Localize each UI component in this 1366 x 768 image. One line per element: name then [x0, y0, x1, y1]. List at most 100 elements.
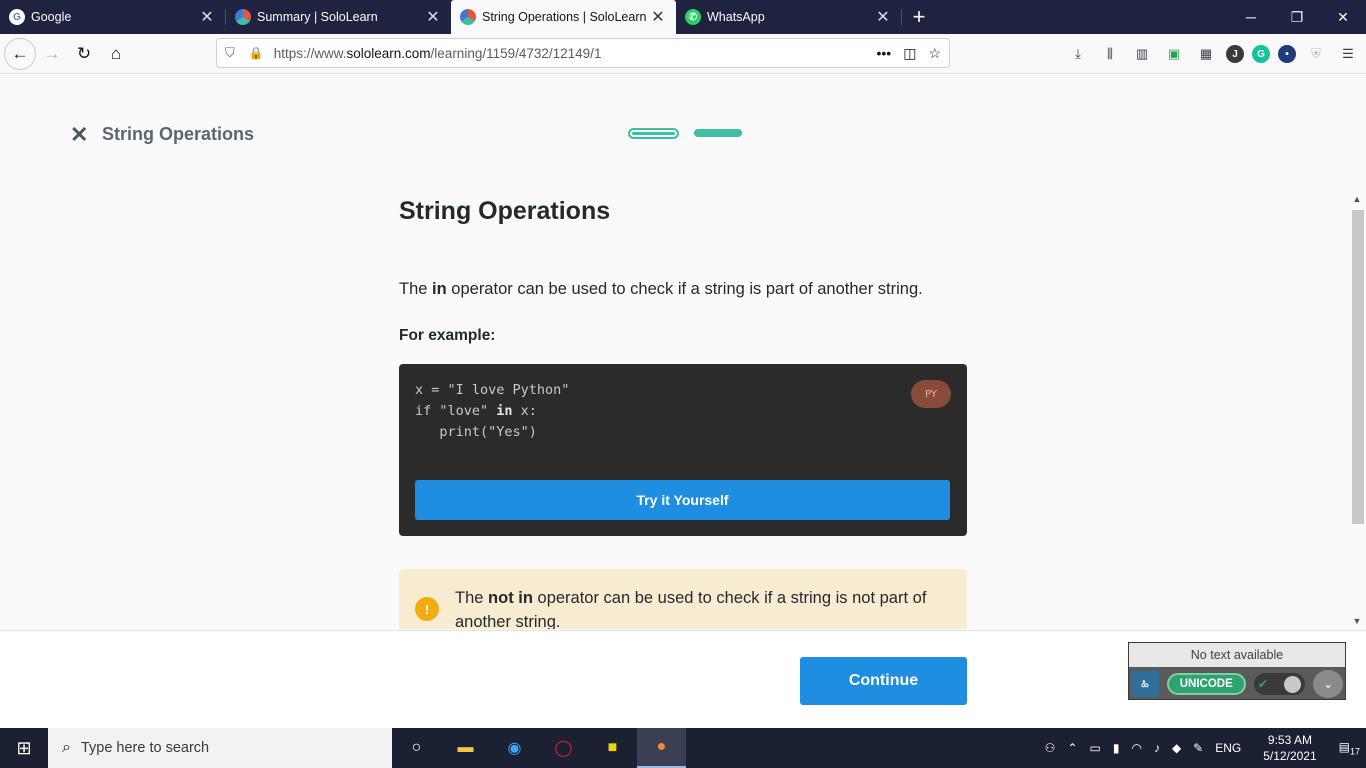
- page-scrollbar[interactable]: ▲ ▼: [1350, 194, 1364, 630]
- lesson-header-title: String Operations: [102, 124, 255, 144]
- toggle-knob: [1284, 675, 1302, 693]
- file-explorer-icon[interactable]: ▬: [441, 728, 490, 768]
- language-badge: PY: [911, 380, 951, 408]
- home-icon[interactable]: ⌂: [100, 38, 132, 70]
- note-keyword: not in: [488, 589, 533, 607]
- firefox-icon[interactable]: ●: [637, 728, 686, 768]
- para-text: operator can be used to check if a strin…: [446, 280, 923, 298]
- tab-title: String Operations | SoloLearn: [482, 10, 647, 24]
- back-arrow-icon[interactable]: ←: [4, 37, 36, 70]
- lock-icon[interactable]: 🔒: [249, 46, 264, 60]
- code-line: if "love": [415, 403, 497, 419]
- progress-segment-current[interactable]: [628, 128, 679, 139]
- tab-close-icon[interactable]: ✕: [425, 7, 441, 27]
- url-actions: ••• ◫ ☆: [876, 45, 941, 62]
- para-text: The: [399, 280, 433, 298]
- lesson-title: String Operations: [399, 197, 611, 225]
- restore-icon[interactable]: ❐: [1274, 0, 1320, 34]
- tab-close-icon[interactable]: ✕: [650, 7, 666, 27]
- tab-title: WhatsApp: [707, 10, 765, 24]
- clock-time: 9:53 AM: [1267, 733, 1312, 747]
- language-indicator[interactable]: ENG: [1209, 741, 1247, 755]
- scroll-up-icon[interactable]: ▲: [1350, 194, 1364, 208]
- meet-icon[interactable]: ▭: [1084, 741, 1107, 755]
- new-tab-plus-icon[interactable]: +: [902, 0, 936, 34]
- scrollbar-thumb[interactable]: [1352, 210, 1364, 524]
- widget-logo[interactable]: ಹಿ: [1131, 671, 1159, 697]
- tab-summary-sololearn[interactable]: Summary | SoloLearn ✕: [226, 0, 451, 34]
- continue-button[interactable]: Continue: [800, 657, 967, 705]
- notification-count: 17: [1349, 746, 1360, 757]
- pocket-icon[interactable]: ◫: [903, 45, 916, 62]
- tab-string-operations[interactable]: String Operations | SoloLearn ✕: [451, 0, 676, 34]
- edge-icon[interactable]: ◉: [490, 728, 539, 768]
- code-keyword: in: [496, 403, 513, 419]
- info-note: ! The not in operator can be used to che…: [399, 569, 967, 629]
- check-icon: ✔: [1257, 677, 1268, 691]
- scroll-down-icon[interactable]: ▼: [1350, 616, 1364, 630]
- tab-close-icon[interactable]: ✕: [875, 7, 891, 27]
- sidebar-icon[interactable]: ▥: [1130, 42, 1154, 66]
- browser-tab-bar: G Google ✕ Summary | SoloLearn ✕ String …: [0, 0, 1366, 34]
- cortana-icon[interactable]: ○: [392, 728, 441, 768]
- progress-segment[interactable]: [694, 129, 742, 137]
- minimize-icon[interactable]: ─: [1228, 0, 1274, 34]
- widget-status: No text available: [1129, 643, 1345, 667]
- extension-shield-icon[interactable]: ⛨: [1304, 42, 1328, 66]
- reload-icon[interactable]: ↻: [68, 38, 100, 70]
- tab-whatsapp[interactable]: ✆ WhatsApp ✕: [676, 0, 901, 34]
- tab-google[interactable]: G Google ✕: [0, 0, 225, 34]
- close-lesson-icon[interactable]: ✕: [70, 122, 88, 148]
- windows-taskbar: ⊞ ⌕ Type here to search ○ ▬ ◉ ◯ ■ ● ⚇ ⌃ …: [0, 728, 1366, 768]
- sololearn-icon: [460, 9, 476, 25]
- taskbar-search[interactable]: ⌕ Type here to search: [48, 728, 392, 768]
- library-icon[interactable]: ⫼: [1098, 42, 1122, 66]
- google-icon: G: [9, 9, 25, 25]
- unicode-widget: No text available ಹಿ UNICODE ✔ ⌄: [1128, 642, 1346, 700]
- opera-icon[interactable]: ◯: [539, 728, 588, 768]
- example-label: For example:: [399, 327, 496, 344]
- forward-arrow-icon[interactable]: →: [36, 38, 68, 70]
- windows-start-icon[interactable]: ⊞: [0, 728, 48, 768]
- page-actions-icon[interactable]: •••: [876, 45, 891, 62]
- pen-icon[interactable]: ✎: [1187, 741, 1209, 755]
- warning-icon: !: [415, 597, 439, 621]
- extension-bars-icon[interactable]: ▦: [1194, 42, 1218, 66]
- tray-expand-icon[interactable]: ⌃: [1061, 741, 1083, 755]
- unicode-mode-button[interactable]: UNICODE: [1166, 673, 1246, 695]
- download-icon[interactable]: ⤓: [1066, 42, 1090, 66]
- volume-icon[interactable]: ♪: [1148, 741, 1166, 755]
- shield-icon[interactable]: ⛉: [225, 45, 235, 61]
- code-example: x = "I love Python" if "love" in x: prin…: [399, 364, 967, 536]
- toolbar-extensions: ⤓ ⫼ ▥ ▣ ▦ J G • ⛨ ☰: [1066, 38, 1360, 70]
- battery-icon[interactable]: ▮: [1107, 741, 1126, 755]
- url-text[interactable]: https://www.sololearn.com/learning/1159/…: [274, 46, 877, 61]
- tab-title: Summary | SoloLearn: [257, 10, 378, 24]
- lesson-header: ✕ String Operations: [0, 74, 1366, 194]
- notifications-icon[interactable]: ▤17: [1333, 740, 1366, 756]
- people-icon[interactable]: ⚇: [1039, 741, 1062, 755]
- lesson-progress: [628, 128, 742, 139]
- menu-hamburger-icon[interactable]: ☰: [1336, 42, 1360, 66]
- code-line: print("Yes"): [415, 424, 537, 440]
- dropbox-icon[interactable]: ◆: [1166, 741, 1187, 755]
- grammarly-icon[interactable]: G: [1252, 45, 1270, 63]
- extension-j-icon[interactable]: J: [1226, 45, 1244, 63]
- try-it-yourself-button[interactable]: Try it Yourself: [415, 480, 950, 520]
- clock-date: 5/12/2021: [1263, 749, 1317, 763]
- address-bar[interactable]: ⛉ 🔒 https://www.sololearn.com/learning/1…: [216, 38, 950, 68]
- whatsapp-icon: ✆: [685, 9, 701, 25]
- code-block[interactable]: x = "I love Python" if "love" in x: prin…: [415, 380, 569, 443]
- tab-close-icon[interactable]: ✕: [199, 7, 215, 27]
- extension-blue-icon[interactable]: •: [1278, 45, 1296, 63]
- search-placeholder: Type here to search: [80, 740, 210, 756]
- sticky-notes-icon[interactable]: ■: [588, 728, 637, 768]
- clock[interactable]: 9:53 AM 5/12/2021: [1247, 732, 1332, 764]
- wifi-icon[interactable]: ◠: [1125, 741, 1147, 755]
- window-close-icon[interactable]: ✕: [1320, 0, 1366, 34]
- chevron-down-icon[interactable]: ⌄: [1313, 670, 1343, 698]
- widget-toggle[interactable]: ✔: [1253, 673, 1306, 695]
- extension-film-icon[interactable]: ▣: [1162, 42, 1186, 66]
- sololearn-icon: [235, 9, 251, 25]
- bookmark-star-icon[interactable]: ☆: [928, 45, 941, 62]
